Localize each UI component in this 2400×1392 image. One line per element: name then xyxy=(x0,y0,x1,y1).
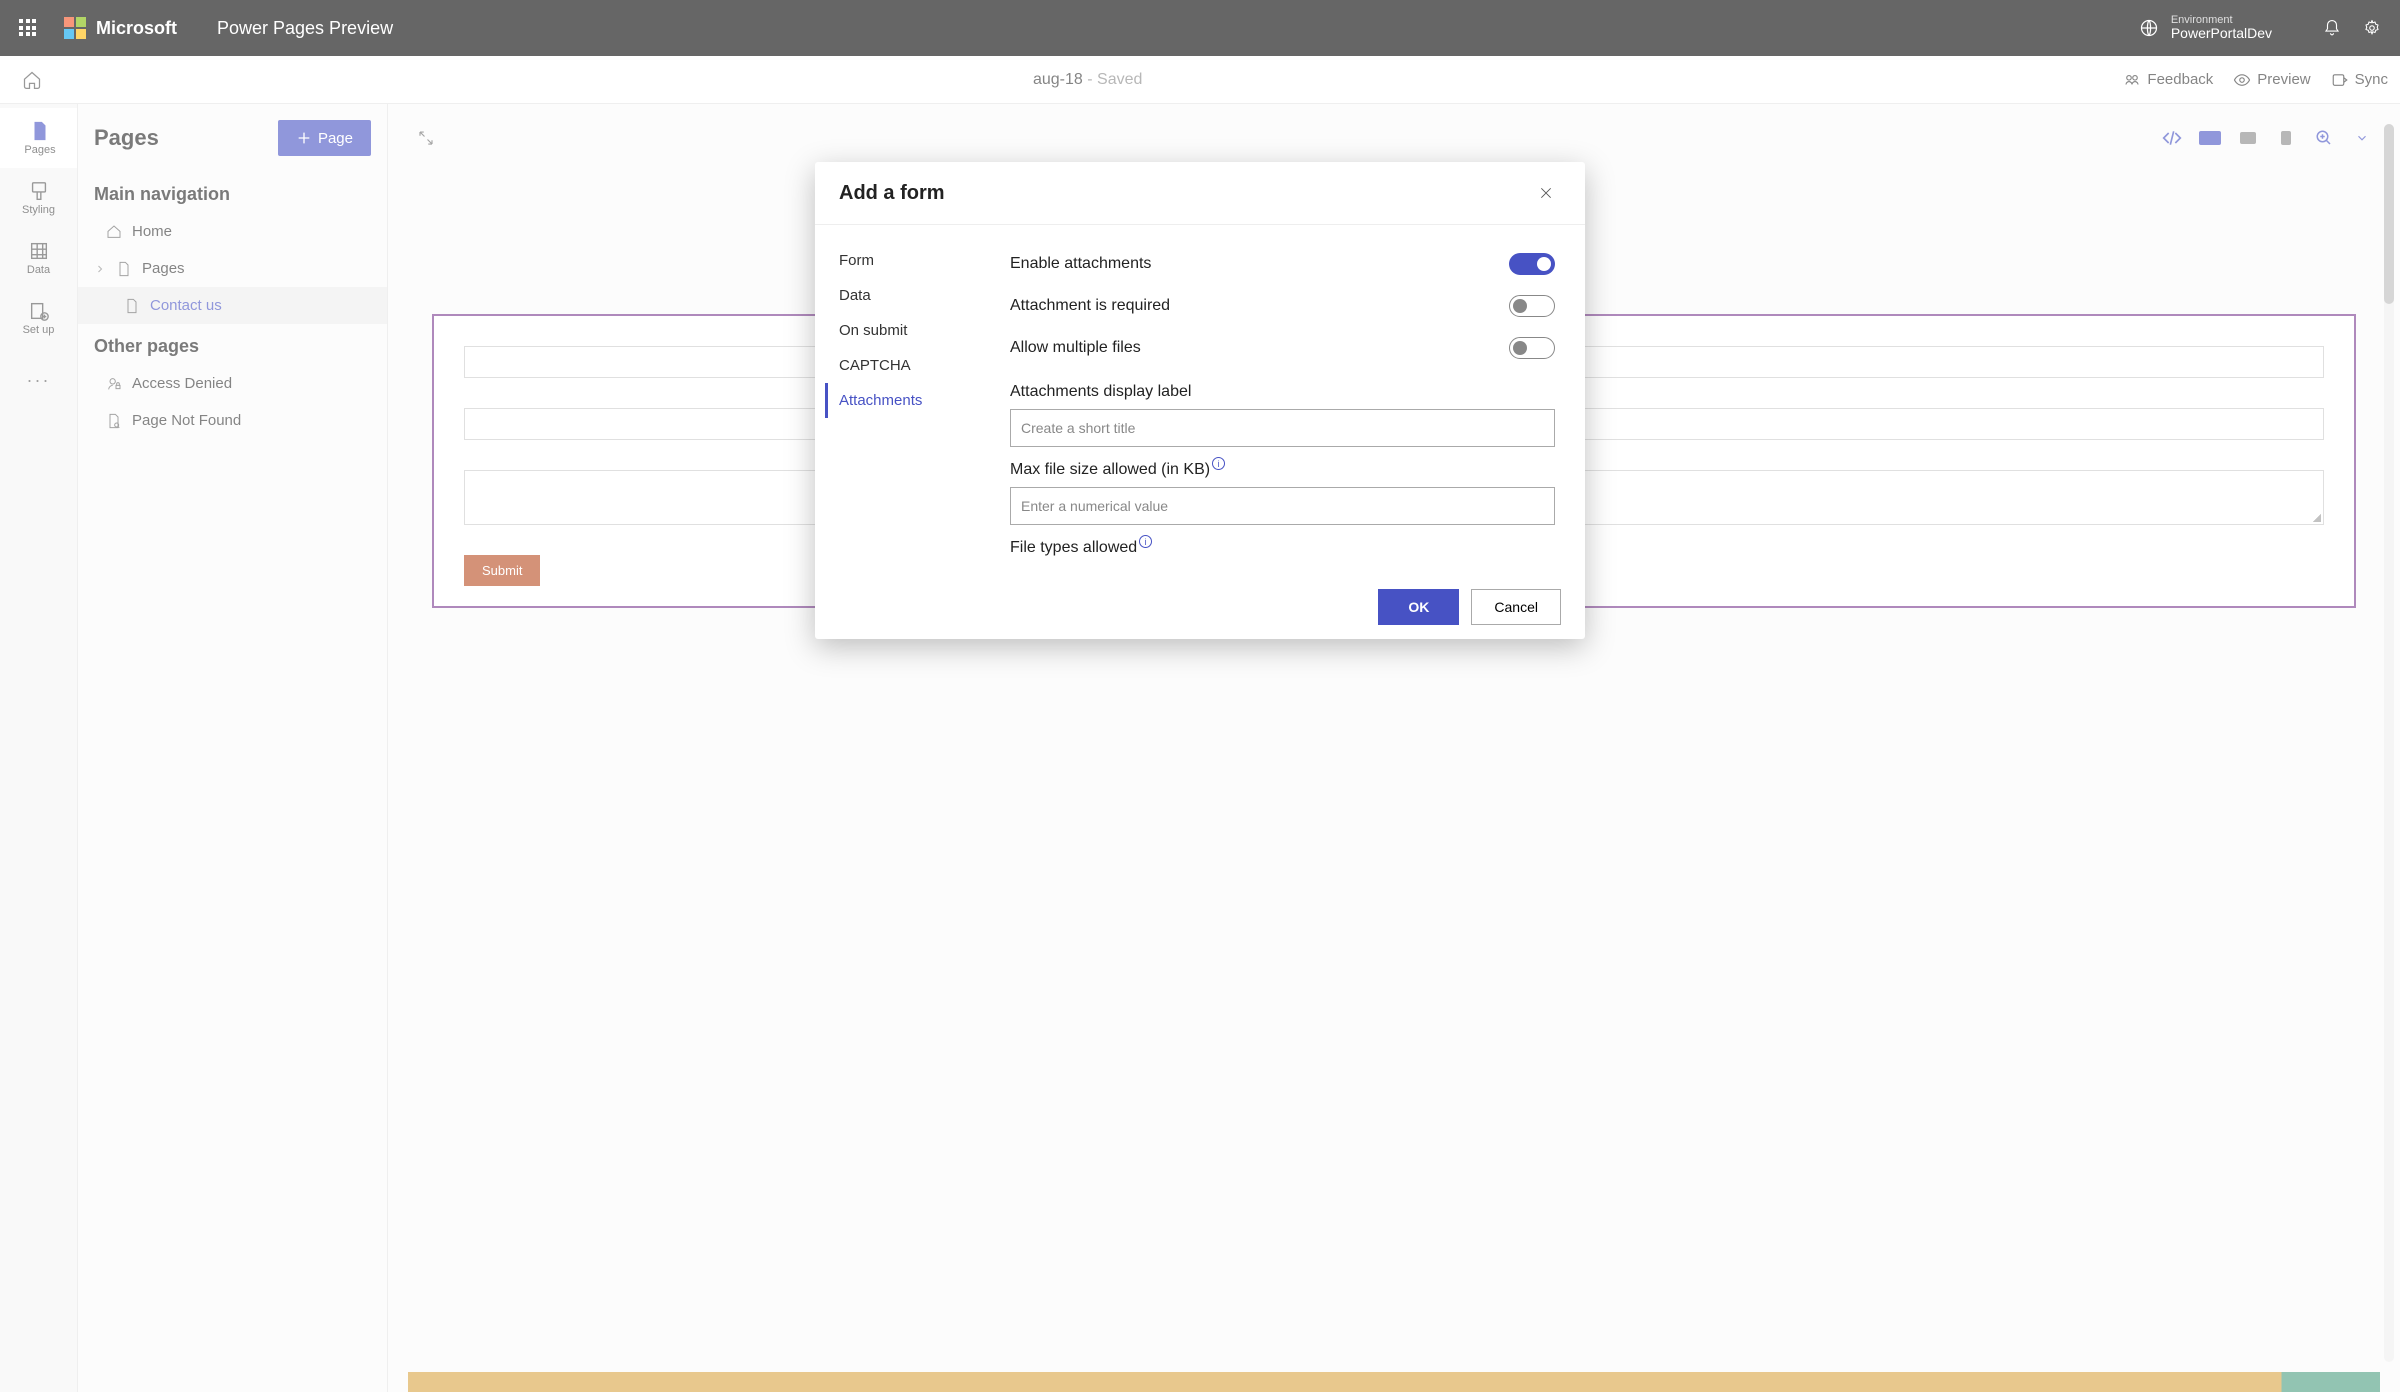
max-size-label: Max file size allowed (in KB) i xyxy=(1010,461,1555,479)
allow-multiple-label: Allow multiple files xyxy=(1010,339,1141,357)
display-label-label: Attachments display label xyxy=(1010,383,1555,401)
attachment-required-label: Attachment is required xyxy=(1010,297,1170,315)
info-icon[interactable]: i xyxy=(1212,457,1225,470)
enable-attachments-label: Enable attachments xyxy=(1010,255,1151,273)
ok-button[interactable]: OK xyxy=(1378,589,1459,625)
modal-title: Add a form xyxy=(839,182,945,205)
close-icon[interactable] xyxy=(1531,178,1561,208)
add-form-modal: Add a form Form Data On submit CAPTCHA A… xyxy=(815,162,1585,639)
allow-multiple-toggle[interactable] xyxy=(1509,337,1555,359)
tab-data[interactable]: Data xyxy=(825,278,990,313)
tab-on-submit[interactable]: On submit xyxy=(825,313,990,348)
cancel-button[interactable]: Cancel xyxy=(1471,589,1561,625)
tab-attachments[interactable]: Attachments xyxy=(825,383,990,418)
enable-attachments-toggle[interactable] xyxy=(1509,253,1555,275)
tab-form[interactable]: Form xyxy=(825,243,990,278)
modal-tabs: Form Data On submit CAPTCHA Attachments xyxy=(815,225,1000,575)
display-label-input[interactable] xyxy=(1010,409,1555,447)
max-size-input[interactable] xyxy=(1010,487,1555,525)
info-icon[interactable]: i xyxy=(1139,535,1152,548)
attachment-required-toggle[interactable] xyxy=(1509,295,1555,317)
modal-overlay: Add a form Form Data On submit CAPTCHA A… xyxy=(0,0,2400,1392)
modal-content: Enable attachments Attachment is require… xyxy=(1000,225,1585,575)
tab-captcha[interactable]: CAPTCHA xyxy=(825,348,990,383)
file-types-label: File types allowed i xyxy=(1010,539,1555,557)
